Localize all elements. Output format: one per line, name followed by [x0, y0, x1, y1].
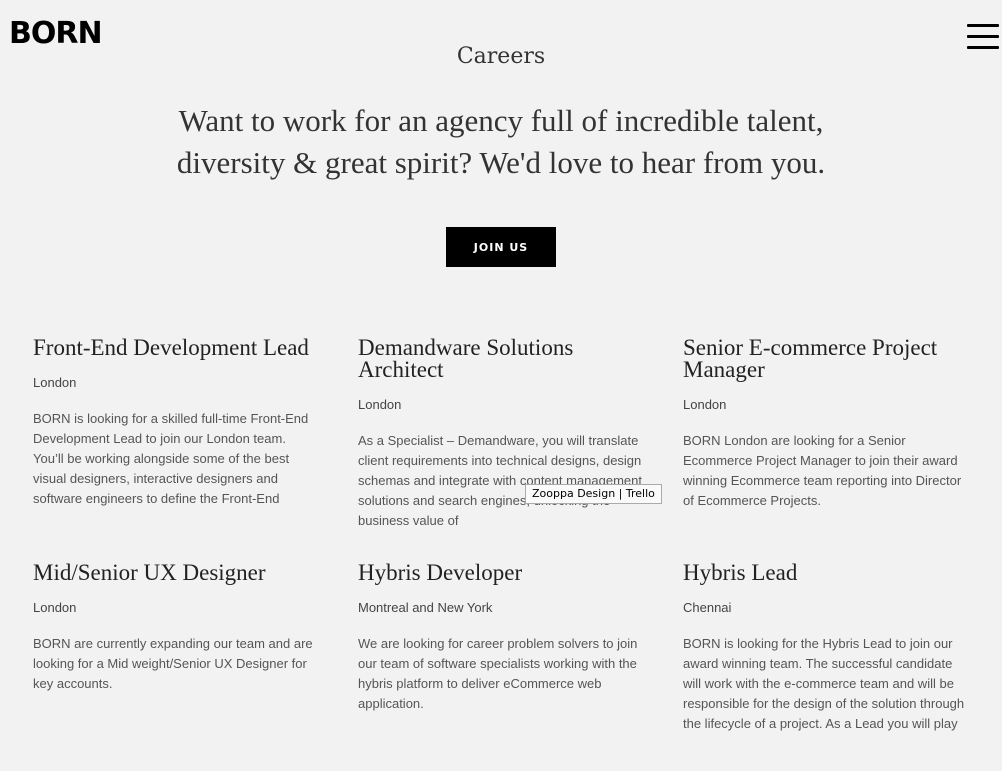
job-title[interactable]: Front-End Development Lead: [33, 337, 318, 359]
job-description: BORN are currently expanding our team an…: [33, 636, 313, 691]
job-card-hybris-lead[interactable]: Hybris Lead Chennai BORN is looking for …: [683, 562, 968, 752]
job-description: As a Specialist – Demandware, you will t…: [358, 433, 643, 527]
hover-tooltip: Zooppa Design | Trello: [525, 484, 662, 504]
job-location: London: [683, 397, 727, 412]
job-description: BORN is looking for a skilled full-time …: [33, 411, 309, 506]
page-title: Careers: [456, 44, 546, 69]
job-card-hybris-developer[interactable]: Hybris Developer Montreal and New York W…: [358, 562, 643, 752]
job-location: Montreal and New York: [358, 600, 493, 615]
job-title[interactable]: Demandware Solutions Architect: [358, 337, 643, 381]
job-description: BORN London are looking for a Senior Eco…: [683, 433, 962, 508]
job-location: Chennai: [683, 600, 732, 615]
menu-bar-top: [967, 24, 999, 27]
job-title[interactable]: Hybris Lead: [683, 562, 968, 584]
job-description: BORN is looking for the Hybris Lead to j…: [683, 636, 965, 731]
job-card-ecommerce-pm[interactable]: Senior E-commerce Project Manager London…: [683, 337, 968, 527]
job-title[interactable]: Mid/Senior UX Designer: [33, 562, 318, 584]
job-location: London: [33, 375, 77, 390]
job-title[interactable]: Hybris Developer: [358, 562, 643, 584]
join-us-button[interactable]: JOIN US: [446, 227, 556, 267]
job-description: We are looking for career problem solver…: [358, 636, 638, 711]
hero-headline: Want to work for an agency full of incre…: [176, 103, 826, 180]
job-title[interactable]: Senior E-commerce Project Manager: [683, 337, 968, 381]
menu-bar-middle: [967, 35, 999, 38]
job-card-front-end-lead[interactable]: Front-End Development Lead London BORN i…: [33, 337, 318, 527]
job-card-ux-designer[interactable]: Mid/Senior UX Designer London BORN are c…: [33, 562, 318, 752]
job-location: London: [358, 397, 402, 412]
job-location: London: [33, 600, 77, 615]
